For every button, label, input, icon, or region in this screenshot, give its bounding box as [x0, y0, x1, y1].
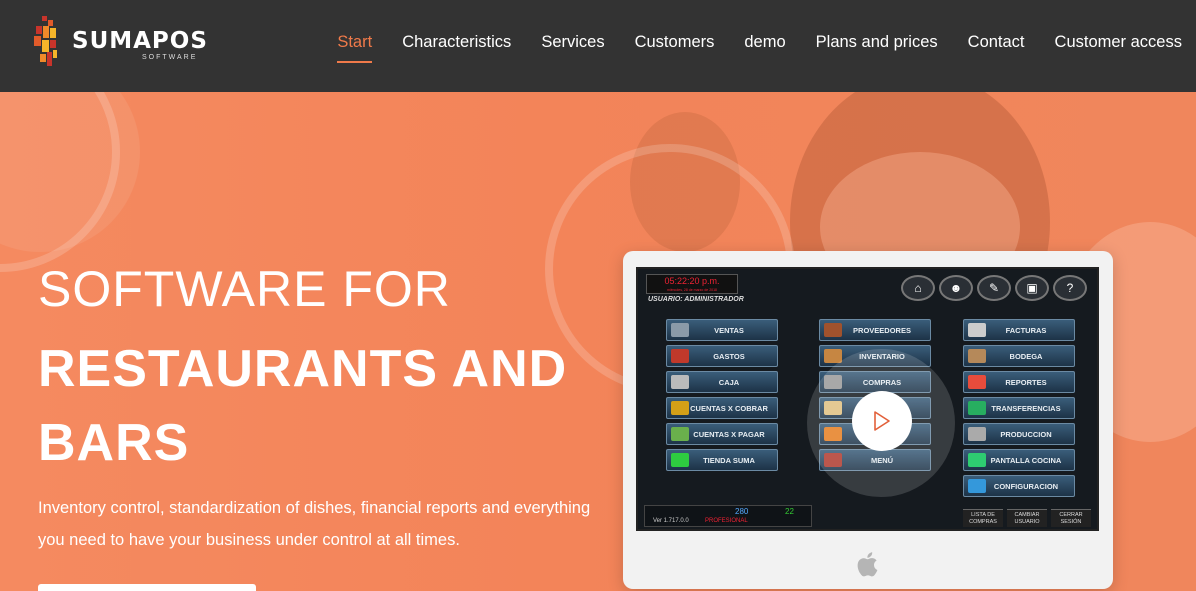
pos-btn: VENTAS [666, 319, 778, 341]
pos-right-value: 22 [785, 507, 794, 516]
nav-characteristics[interactable]: Characteristics [402, 33, 511, 52]
pos-clock-time: 05:22:20 p.m. [664, 276, 720, 286]
pos-btn-label: PROVEEDORES [853, 325, 911, 335]
pos-btn-label: CONFIGURACION [993, 481, 1059, 491]
pos-btn-label: CUENTAS X COBRAR [690, 403, 768, 413]
pos-mode: PROFESIONAL [705, 518, 748, 524]
pos-btn: PROVEEDORES [819, 319, 931, 341]
pos-bottom-buttons: LISTA DE COMPRAS CAMBIAR USUARIO CERRAR … [959, 509, 1091, 527]
pos-btn-label: FACTURAS [1005, 325, 1047, 335]
pos-btn-label: PANTALLA COCINA [990, 455, 1062, 465]
hero-deco-ring [0, 92, 120, 272]
brand-logo[interactable]: SUMAPOS SOFTWARE [32, 14, 207, 74]
nav-plans-prices[interactable]: Plans and prices [816, 33, 938, 52]
pos-bottom-btn: LISTA DE COMPRAS [963, 509, 1003, 527]
hero-section: SOFTWARE FOR RESTAURANTS AND BARS Invent… [0, 92, 1196, 591]
top-navbar: SUMAPOS SOFTWARE Start Characteristics S… [0, 0, 1196, 92]
pos-btn: REPORTES [963, 371, 1075, 393]
pos-left-value: 280 [735, 507, 749, 516]
play-icon [874, 411, 890, 431]
nav-services[interactable]: Services [541, 33, 604, 52]
pos-btn-label: REPORTES [1005, 377, 1047, 387]
lock-icon: ▣ [1015, 275, 1049, 301]
pos-btn: PANTALLA COCINA [963, 449, 1075, 471]
pos-user-label: USUARIO: ADMINISTRADOR [648, 296, 744, 303]
pos-btn-label: CUENTAS X PAGAR [693, 429, 765, 439]
pos-btn-label: CAJA [718, 377, 740, 387]
pos-btn-label: BODEGA [1009, 351, 1043, 361]
pos-btn-label: GASTOS [713, 351, 745, 361]
pos-btn: TRANSFERENCIAS [963, 397, 1075, 419]
hero-title-line2: RESTAURANTS AND BARS [38, 340, 568, 472]
brand-name: SUMAPOS [72, 28, 208, 54]
pos-clock: 05:22:20 p.m. miércoles, 28 de marzo de … [646, 274, 738, 294]
pos-btn: BODEGA [963, 345, 1075, 367]
pos-btn: PRODUCCION [963, 423, 1075, 445]
nav-demo[interactable]: demo [744, 33, 785, 52]
monitor-mockup: 05:22:20 p.m. miércoles, 28 de marzo de … [623, 251, 1113, 589]
pos-btn-label: VENTAS [714, 325, 744, 335]
users-icon: ☻ [939, 275, 973, 301]
nav-customers[interactable]: Customers [635, 33, 715, 52]
nav-contact[interactable]: Contact [968, 33, 1025, 52]
pos-btn: FACTURAS [963, 319, 1075, 341]
pos-clock-date: miércoles, 28 de marzo de 2018 [667, 288, 717, 292]
nav-customer-access[interactable]: Customer access [1055, 33, 1182, 52]
nav-start[interactable]: Start [337, 33, 372, 63]
edit-icon: ✎ [977, 275, 1011, 301]
pos-status-bar: Ver 1.717.0.0 280 22 PROFESIONAL [644, 505, 812, 527]
hero-cta-button[interactable] [38, 584, 256, 591]
brand-sub: SOFTWARE [142, 54, 198, 61]
pos-top-icons: ⌂ ☻ ✎ ▣ ? [897, 275, 1087, 301]
pos-btn: CAJA [666, 371, 778, 393]
logo-mark-icon [34, 16, 57, 66]
pos-btn: TIENDA SUMA [666, 449, 778, 471]
apple-logo-icon [857, 552, 878, 577]
hero-subtitle: Inventory control, standardization of di… [38, 499, 591, 549]
pos-screen: 05:22:20 p.m. miércoles, 28 de marzo de … [636, 267, 1099, 531]
pos-btn: GASTOS [666, 345, 778, 367]
pos-col-3: FACTURAS BODEGA REPORTES TRANSFERENCIAS … [963, 319, 1075, 501]
pos-btn-label: TIENDA SUMA [703, 455, 755, 465]
home-icon: ⌂ [901, 275, 935, 301]
hero-title-line1: SOFTWARE FOR [38, 261, 451, 317]
main-menu: Start Characteristics Services Customers… [307, 0, 1182, 84]
play-video-button[interactable] [852, 391, 912, 451]
pos-btn: CONFIGURACION [963, 475, 1075, 497]
pos-btn-label: TRANSFERENCIAS [991, 403, 1061, 413]
pos-btn-label: PRODUCCION [1000, 429, 1052, 439]
pos-bottom-btn: CAMBIAR USUARIO [1007, 509, 1047, 527]
pos-bottom-btn: CERRAR SESIÓN [1051, 509, 1091, 527]
pos-btn: CUENTAS X PAGAR [666, 423, 778, 445]
pos-btn: CUENTAS X COBRAR [666, 397, 778, 419]
pos-version: Ver 1.717.0.0 [653, 518, 689, 524]
pos-col-1: VENTAS GASTOS CAJA CUENTAS X COBRAR CUEN… [666, 319, 778, 475]
help-icon: ? [1053, 275, 1087, 301]
